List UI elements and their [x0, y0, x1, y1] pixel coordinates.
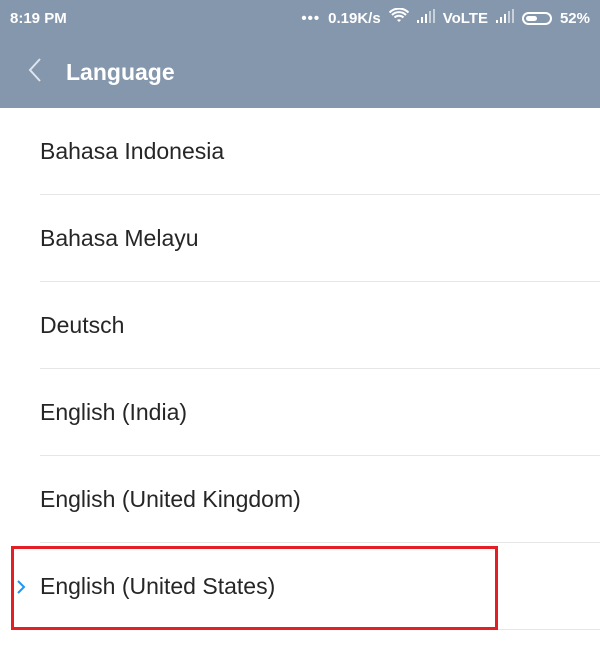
language-list: Bahasa Indonesia Bahasa Melayu Deutsch E… — [0, 108, 600, 630]
language-item[interactable]: Bahasa Indonesia — [0, 108, 600, 195]
language-label: Bahasa Indonesia — [40, 138, 225, 164]
language-label: English (India) — [40, 399, 188, 425]
battery-percent: 52% — [559, 9, 590, 27]
battery-icon — [521, 11, 552, 25]
language-item[interactable]: English (United Kingdom) — [0, 456, 600, 543]
chevron-right-icon — [14, 578, 28, 596]
signal-icon — [416, 9, 435, 27]
chevron-left-icon — [27, 57, 43, 88]
back-button[interactable] — [10, 36, 60, 108]
network-speed: 0.19K/s — [328, 9, 381, 27]
volte-label: VoLTE — [442, 9, 488, 27]
language-label: Deutsch — [40, 312, 125, 338]
language-item-selected[interactable]: English (United States) — [0, 543, 600, 630]
language-label: English (United Kingdom) — [40, 486, 301, 512]
language-item[interactable]: Deutsch — [0, 282, 600, 369]
notification-dots: ••• — [301, 9, 321, 27]
language-item[interactable]: Bahasa Melayu — [0, 195, 600, 282]
app-bar: Language — [0, 36, 600, 108]
status-time: 8:19 PM — [10, 9, 67, 27]
page-title: Language — [66, 58, 175, 85]
language-label: Bahasa Melayu — [40, 225, 199, 251]
status-bar: 8:19 PM ••• 0.19K/s VoLTE 52% — [0, 0, 600, 36]
language-item[interactable]: English (India) — [0, 369, 600, 456]
language-label: English (United States) — [40, 573, 276, 599]
status-indicators: ••• 0.19K/s VoLTE 52% — [301, 7, 590, 28]
wifi-icon — [388, 7, 409, 28]
signal-icon — [495, 9, 514, 27]
